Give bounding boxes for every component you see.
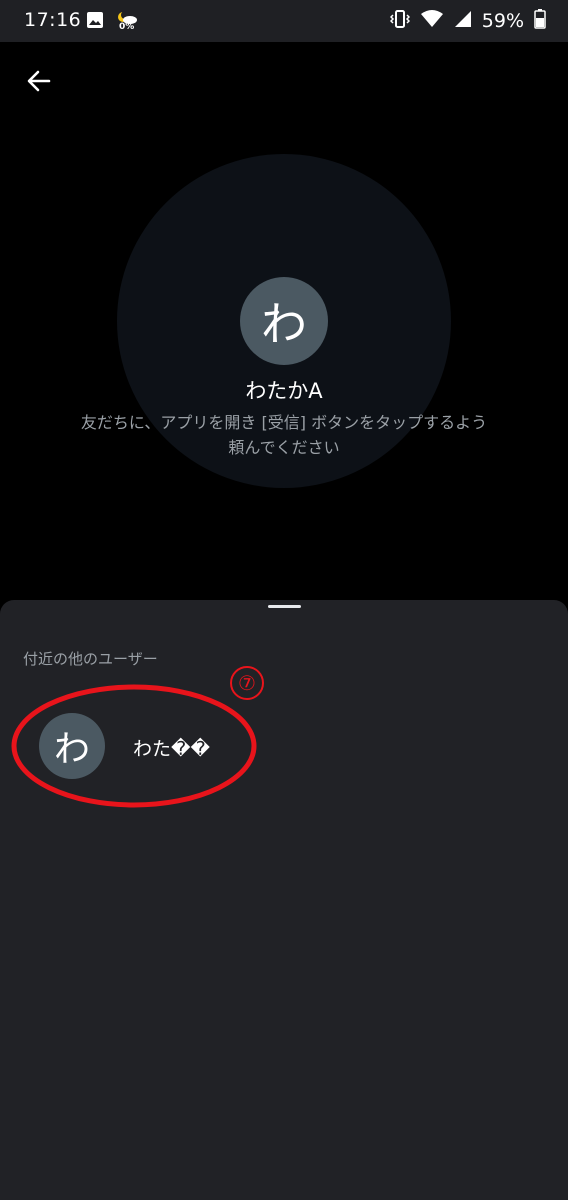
battery-icon bbox=[534, 9, 546, 33]
annotation-ellipse bbox=[11, 684, 257, 808]
nearby-users-title: 付近の他のユーザー bbox=[23, 650, 158, 668]
wifi-icon bbox=[420, 9, 444, 33]
image-icon bbox=[86, 11, 104, 33]
weather-icon: 0% bbox=[116, 10, 138, 34]
back-button[interactable] bbox=[20, 62, 58, 100]
status-time: 17:16 bbox=[24, 9, 82, 31]
self-avatar: わ bbox=[240, 277, 328, 365]
status-left-icons: 0% bbox=[86, 10, 138, 34]
signal-icon bbox=[454, 10, 472, 32]
self-device-name: わたかA bbox=[245, 379, 323, 403]
status-bar: 17:16 0% 59% bbox=[0, 0, 568, 42]
sheet-drag-handle[interactable] bbox=[268, 605, 301, 608]
weather-percent: 0% bbox=[119, 22, 135, 32]
status-right-icons: 59% bbox=[389, 9, 546, 33]
annotation-number: ⑦ bbox=[230, 666, 264, 700]
receive-hint-text: 友だちに、アプリを開き [受信] ボタンをタップするよう頼んでください bbox=[80, 413, 488, 457]
arrow-left-icon bbox=[27, 70, 51, 92]
share-screen: 17:16 0% 59% わ わたかA 友だちに、アプリを開き [受信] ボタン… bbox=[0, 0, 568, 1200]
battery-percent: 59% bbox=[481, 10, 524, 32]
vibrate-icon bbox=[389, 9, 410, 33]
